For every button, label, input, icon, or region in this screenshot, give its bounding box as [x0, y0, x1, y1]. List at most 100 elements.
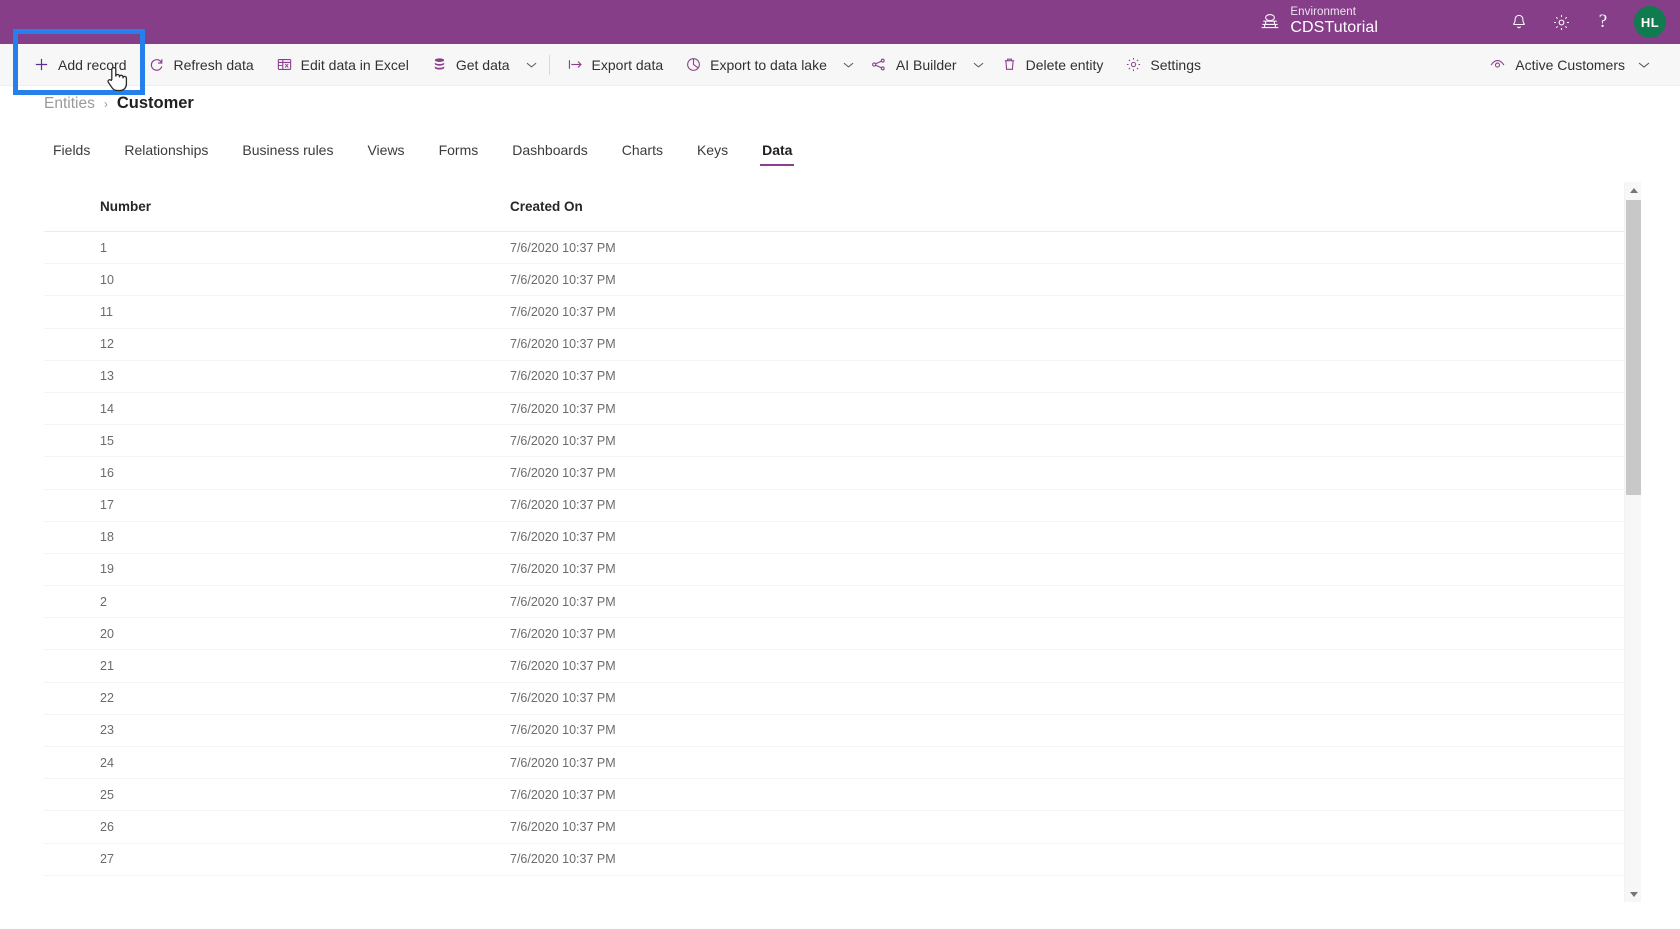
- cell-number: 16: [100, 465, 114, 480]
- cell-created-on: 7/6/2020 10:37 PM: [510, 659, 616, 674]
- environment-text: Environment CDSTutorial: [1290, 6, 1378, 38]
- table-row[interactable]: 1 7/6/2020 10:37 PM: [44, 232, 1636, 265]
- command-bar-divider: [548, 54, 550, 75]
- data-grid: Number Created On 1 7/6/2020 10:37 PM 10 7/…: [44, 182, 1641, 902]
- cell-number: 25: [100, 787, 114, 802]
- table-row[interactable]: 15 7/6/2020 10:37 PM: [44, 425, 1636, 458]
- export-to-data-lake-label: Export to data lake: [710, 56, 827, 73]
- view-eye-icon: [1489, 56, 1506, 73]
- export-to-data-lake-button[interactable]: Export to data lake: [674, 44, 838, 86]
- view-selector[interactable]: Active Customers: [1479, 44, 1660, 86]
- table-row[interactable]: 21 7/6/2020 10:37 PM: [44, 650, 1636, 683]
- ai-builder-button[interactable]: AI Builder: [860, 44, 968, 86]
- plus-icon: [33, 56, 50, 73]
- tab-keys[interactable]: Keys: [680, 138, 745, 166]
- scroll-down-arrow-icon[interactable]: [1625, 885, 1642, 902]
- table-row[interactable]: 19 7/6/2020 10:37 PM: [44, 554, 1636, 587]
- table-row[interactable]: 13 7/6/2020 10:37 PM: [44, 361, 1636, 393]
- column-header-created-on[interactable]: Created On: [510, 199, 930, 214]
- environment-label: Environment: [1290, 6, 1357, 19]
- tab-forms[interactable]: Forms: [422, 138, 496, 166]
- tab-dashboards[interactable]: Dashboards: [495, 138, 605, 166]
- environment-selector[interactable]: Environment CDSTutorial: [1260, 6, 1378, 38]
- edit-data-in-excel-label: Edit data in Excel: [300, 56, 409, 73]
- data-grid-scrollport: Number Created On 1 7/6/2020 10:37 PM 10 7/…: [44, 182, 1636, 902]
- settings-command-label: Settings: [1150, 56, 1202, 73]
- table-row[interactable]: 18 7/6/2020 10:37 PM: [44, 522, 1636, 554]
- table-row[interactable]: 25 7/6/2020 10:37 PM: [44, 779, 1636, 812]
- table-row[interactable]: 20 7/6/2020 10:37 PM: [44, 618, 1636, 651]
- table-row[interactable]: 27 7/6/2020 10:37 PM: [44, 844, 1636, 876]
- gear-icon: [1552, 13, 1571, 32]
- settings-button[interactable]: [1540, 0, 1582, 44]
- data-lake-icon: [685, 56, 702, 73]
- view-selector-chevron-down-icon: [1638, 61, 1650, 69]
- refresh-icon: [148, 56, 165, 73]
- breadcrumb: Entities › Customer: [44, 94, 194, 113]
- edit-data-in-excel-button[interactable]: Edit data in Excel: [265, 44, 420, 86]
- avatar[interactable]: HL: [1634, 6, 1666, 38]
- get-data-chevron-down-icon[interactable]: [521, 44, 543, 86]
- delete-entity-button[interactable]: Delete entity: [990, 44, 1115, 86]
- tab-data[interactable]: Data: [745, 138, 809, 166]
- question-mark-icon: ?: [1598, 11, 1608, 32]
- table-row[interactable]: 26 7/6/2020 10:37 PM: [44, 811, 1636, 844]
- cell-created-on: 7/6/2020 10:37 PM: [510, 530, 616, 545]
- cell-created-on: 7/6/2020 10:37 PM: [510, 852, 616, 867]
- environment-globe-icon: [1260, 12, 1280, 32]
- cell-number: 12: [100, 337, 114, 352]
- table-row[interactable]: 2 7/6/2020 10:37 PM: [44, 586, 1636, 619]
- ai-builder-chevron-down-icon[interactable]: [968, 44, 990, 86]
- table-row[interactable]: 12 7/6/2020 10:37 PM: [44, 329, 1636, 361]
- table-row[interactable]: 14 7/6/2020 10:37 PM: [44, 393, 1636, 426]
- cell-created-on: 7/6/2020 10:37 PM: [510, 787, 616, 802]
- cell-number: 23: [100, 723, 114, 738]
- settings-command-button[interactable]: Settings: [1114, 44, 1212, 86]
- table-row[interactable]: 16 7/6/2020 10:37 PM: [44, 457, 1636, 490]
- scroll-up-arrow-icon[interactable]: [1625, 182, 1642, 199]
- cell-created-on: 7/6/2020 10:37 PM: [510, 433, 616, 448]
- help-button[interactable]: ?: [1582, 0, 1624, 44]
- table-row[interactable]: 17 7/6/2020 10:37 PM: [44, 490, 1636, 522]
- tab-fields[interactable]: Fields: [36, 138, 107, 166]
- data-grid-header-row: Number Created On: [44, 182, 1636, 232]
- cell-number: 20: [100, 626, 114, 641]
- tab-views[interactable]: Views: [350, 138, 421, 166]
- export-to-data-lake-chevron-down-icon[interactable]: [838, 44, 860, 86]
- cell-number: 15: [100, 433, 114, 448]
- column-header-number[interactable]: Number: [100, 199, 510, 214]
- get-data-label: Get data: [455, 56, 510, 73]
- app-header: Environment CDSTutorial ? HL: [0, 0, 1680, 44]
- cell-created-on: 7/6/2020 10:37 PM: [510, 819, 616, 834]
- tab-business-rules[interactable]: Business rules: [225, 138, 350, 166]
- table-row[interactable]: 24 7/6/2020 10:37 PM: [44, 747, 1636, 780]
- excel-icon: [276, 56, 293, 73]
- add-record-button[interactable]: Add record: [22, 44, 137, 86]
- tab-charts[interactable]: Charts: [605, 138, 680, 166]
- breadcrumb-entities-link[interactable]: Entities: [44, 95, 95, 113]
- cell-number: 14: [100, 401, 114, 416]
- page-title: Customer: [116, 94, 194, 112]
- export-data-button[interactable]: Export data: [556, 44, 675, 86]
- notifications-button[interactable]: [1498, 0, 1540, 44]
- gear-icon: [1125, 56, 1142, 73]
- table-row[interactable]: 22 7/6/2020 10:37 PM: [44, 683, 1636, 715]
- refresh-data-button[interactable]: Refresh data: [137, 44, 264, 86]
- scrollbar-thumb[interactable]: [1626, 200, 1641, 495]
- table-row[interactable]: 23 7/6/2020 10:37 PM: [44, 715, 1636, 747]
- database-icon: [431, 56, 448, 73]
- table-row[interactable]: 10 7/6/2020 10:37 PM: [44, 264, 1636, 297]
- table-row[interactable]: 11 7/6/2020 10:37 PM: [44, 296, 1636, 329]
- cell-number: 13: [100, 369, 114, 384]
- cell-number: 22: [100, 691, 114, 706]
- get-data-button[interactable]: Get data: [420, 44, 521, 86]
- tab-relationships[interactable]: Relationships: [107, 138, 225, 166]
- cell-number: 21: [100, 659, 114, 674]
- ai-builder-icon: [871, 56, 888, 73]
- cell-created-on: 7/6/2020 10:37 PM: [510, 691, 616, 706]
- bell-icon: [1510, 13, 1528, 31]
- cell-number: 10: [100, 272, 114, 287]
- export-arrow-icon: [567, 56, 584, 73]
- view-selector-label: Active Customers: [1515, 56, 1625, 73]
- data-grid-scrollbar[interactable]: [1624, 182, 1641, 902]
